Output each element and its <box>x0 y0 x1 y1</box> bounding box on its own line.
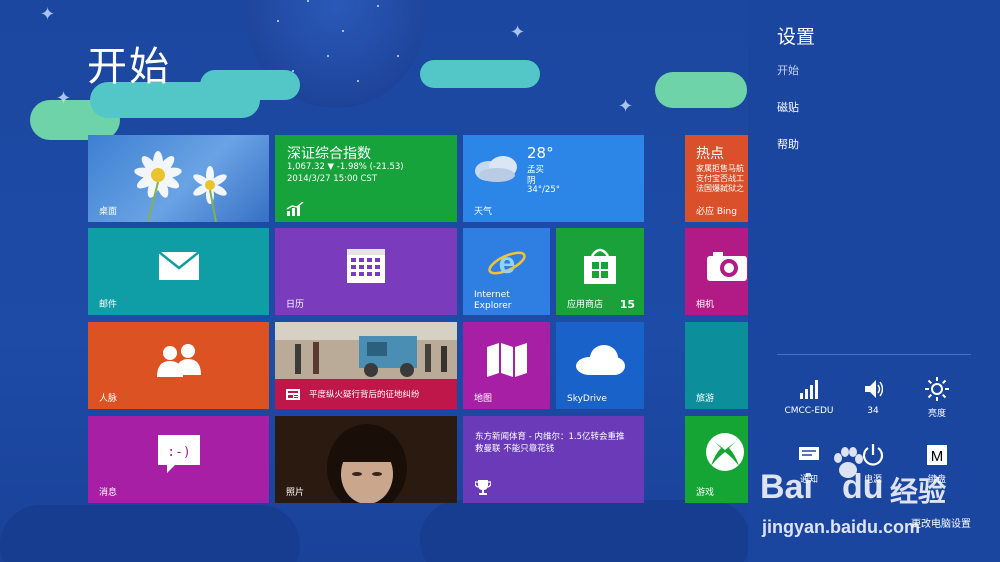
cloud-decoration <box>420 60 540 88</box>
cloud-icon <box>475 156 517 182</box>
tile-label: 天气 <box>474 207 493 217</box>
tile-internet-explorer[interactable]: e Internet Explorer <box>463 228 550 315</box>
notification-icon <box>799 447 819 460</box>
weather-temperature: 28° <box>527 144 554 162</box>
map-icon <box>486 343 527 378</box>
news-caption: 平度纵火疑行背后的征地纠纷 <box>309 390 420 400</box>
network-name: CMCC-EDU <box>784 406 834 416</box>
tile-label: 邮件 <box>99 300 118 310</box>
tile-label: 消息 <box>99 488 118 498</box>
cloud-decoration <box>200 70 300 100</box>
divider <box>777 354 971 355</box>
update-count-badge: 15 <box>619 298 635 311</box>
volume-button[interactable]: 34 <box>838 377 908 416</box>
svg-text:e: e <box>499 247 516 280</box>
keyboard-icon: M <box>927 445 947 465</box>
tile-messaging[interactable]: :-) 消息 <box>88 416 269 503</box>
news-headline: 法国爆弑狱之 <box>696 184 744 193</box>
tile-label: SkyDrive <box>567 394 607 404</box>
tile-camera[interactable]: 相机 <box>685 228 748 315</box>
shopping-bag-icon <box>584 249 616 285</box>
tiles-settings-link[interactable]: 磁贴 <box>777 99 799 115</box>
network-button[interactable]: CMCC-EDU <box>774 377 844 416</box>
ie-icon: e <box>488 247 526 280</box>
tile-weather[interactable]: 28° 孟买 阴 34°/25° 天气 <box>463 135 644 222</box>
sports-headline: 救曼联 不能只靠花钱 <box>475 444 555 454</box>
cloud-decoration <box>0 505 300 562</box>
tile-sports[interactable]: 东方新闻体育 - 内维尔：1.5亿转会重推 救曼联 不能只靠花钱 <box>463 416 644 503</box>
calendar-icon <box>347 249 385 284</box>
tile-maps[interactable]: 地图 <box>463 322 550 409</box>
tile-label: Explorer <box>474 301 512 311</box>
tile-store[interactable]: 应用商店 15 <box>556 228 644 315</box>
speaker-icon <box>865 380 883 398</box>
stock-title: 深证综合指数 <box>287 146 371 162</box>
brightness-button[interactable]: 亮度 <box>902 377 972 419</box>
chart-icon <box>286 202 304 216</box>
tile-label: 游戏 <box>696 488 715 498</box>
bird-icon: ✦ <box>510 22 526 43</box>
cloud-decoration <box>420 500 748 562</box>
tile-photos[interactable]: 照片 <box>275 416 457 503</box>
tile-games[interactable]: 游戏 <box>685 416 748 503</box>
brightness-label: 亮度 <box>927 409 946 419</box>
stock-value: 1,067.32 ▼ -1.98% (-21.53) <box>287 162 404 172</box>
tile-stock[interactable]: 深证综合指数 1,067.32 ▼ -1.98% (-21.53) 2014/3… <box>275 135 457 222</box>
sports-headline: 东方新闻体育 - 内维尔：1.5亿转会重推 <box>475 432 625 442</box>
people-icon <box>156 344 201 378</box>
watermark-brand: Bai <box>760 468 813 506</box>
news-icon <box>286 389 300 400</box>
tile-label: 照片 <box>286 488 305 498</box>
tile-label: 地图 <box>474 394 493 404</box>
svg-text:M: M <box>931 448 944 465</box>
start-screen: ✦ ✦ ✦ ✦ 开始 桌面 深证综合指数 1,067.32 ▼ -1.98% (… <box>0 0 748 562</box>
tile-travel[interactable]: 旅游 <box>685 322 748 409</box>
camera-icon <box>707 252 747 281</box>
tile-label: 日历 <box>286 300 305 310</box>
bird-icon: ✦ <box>56 88 72 109</box>
watermark-brand-cn: 经验 <box>890 476 947 507</box>
signal-bars-icon <box>800 380 818 399</box>
stock-time: 2014/3/27 15:00 CST <box>287 174 378 184</box>
tile-bing-news[interactable]: 热点 家属拒售马航 支付宝否战工 法国爆弑狱之 必应 Bing <box>685 135 748 222</box>
tile-calendar[interactable]: 日历 <box>275 228 457 315</box>
tile-desktop[interactable]: 桌面 <box>88 135 269 222</box>
news-title: 热点 <box>696 146 724 162</box>
tile-label: 相机 <box>696 300 715 310</box>
cloud-decoration <box>655 72 747 108</box>
tile-label: 应用商店 <box>567 300 604 310</box>
settings-context: 开始 <box>777 64 799 77</box>
chat-bubble-icon: :-) <box>157 435 200 474</box>
news-photo-image <box>275 322 457 382</box>
weather-range: 34°/25° <box>527 185 560 195</box>
trophy-icon <box>475 480 491 495</box>
bird-icon: ✦ <box>40 4 56 25</box>
bird-icon: ✦ <box>618 96 634 117</box>
mail-icon <box>157 251 200 281</box>
tile-label: 旅游 <box>696 394 715 404</box>
tile-label: Internet <box>474 290 510 300</box>
tile-people[interactable]: 人脉 <box>88 322 269 409</box>
tile-label: 桌面 <box>99 207 118 217</box>
power-icon <box>862 444 884 466</box>
volume-level: 34 <box>867 406 879 416</box>
tile-label: 必应 Bing <box>696 207 737 217</box>
settings-title: 设置 <box>777 26 816 48</box>
tile-skydrive[interactable]: SkyDrive <box>556 322 644 409</box>
page-title: 开始 <box>87 44 171 90</box>
help-link[interactable]: 帮助 <box>777 136 799 152</box>
xbox-icon <box>706 433 744 471</box>
cloud-storage-icon <box>576 345 625 376</box>
tile-mail[interactable]: 邮件 <box>88 228 269 315</box>
svg-text::-): :-) <box>167 445 190 460</box>
watermark-url: jingyan.baidu.com <box>762 517 921 537</box>
sun-icon <box>925 377 949 401</box>
tile-label: 人脉 <box>99 394 118 404</box>
watermark-brand: du <box>842 468 884 506</box>
tile-news-photo[interactable]: 平度纵火疑行背后的征地纠纷 <box>275 322 457 409</box>
